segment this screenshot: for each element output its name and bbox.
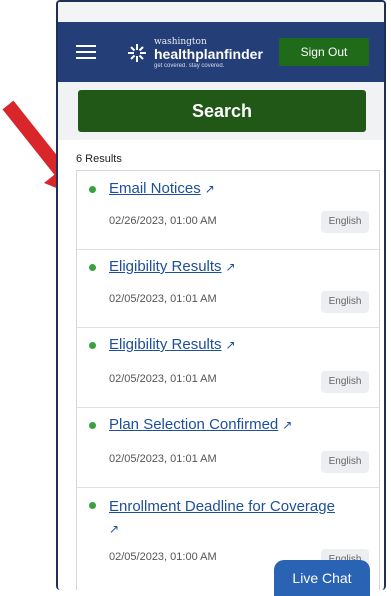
logo-mark-icon — [128, 44, 146, 62]
notice-link[interactable]: Eligibility Results ↗ — [109, 336, 236, 353]
external-link-icon: ↗ — [204, 182, 215, 196]
list-item: Plan Selection Confirmed ↗ 02/05/2023, 01… — [77, 407, 379, 488]
status-dot-icon — [89, 264, 96, 271]
sign-out-button[interactable]: Sign Out — [279, 38, 369, 66]
list-item: Email Notices ↗ 02/26/2023, 01:00 AM Engl… — [77, 171, 379, 250]
language-badge: English — [321, 211, 369, 233]
language-badge: English — [321, 371, 369, 393]
external-link-icon: ↗ — [225, 260, 236, 274]
notice-link[interactable]: Enrollment Deadline for Coverage ↗ — [109, 496, 374, 540]
mobile-frame: washington healthplanfinder get covered.… — [56, 0, 386, 590]
status-dot-icon — [89, 422, 96, 429]
results-count: 6 Results — [76, 153, 122, 165]
external-link-icon: ↗ — [225, 338, 236, 352]
list-item: Eligibility Results ↗ 02/05/2023, 01:01 A… — [77, 249, 379, 328]
external-link-icon: ↗ — [282, 418, 293, 432]
live-chat-button[interactable]: Live Chat — [274, 560, 370, 596]
notice-date: 02/26/2023, 01:00 AM — [109, 215, 217, 227]
status-dot-icon — [89, 186, 96, 193]
external-link-icon: ↗ — [109, 522, 120, 536]
notice-date: 02/05/2023, 01:01 AM — [109, 373, 217, 385]
notice-link[interactable]: Eligibility Results ↗ — [109, 258, 236, 275]
top-nav-bar: washington healthplanfinder get covered.… — [58, 22, 384, 82]
list-item: Eligibility Results ↗ 02/05/2023, 01:01 A… — [77, 327, 379, 408]
language-badge: English — [321, 451, 369, 473]
results-list: Email Notices ↗ 02/26/2023, 01:00 AM Engl… — [76, 170, 380, 590]
logo-tagline: get covered. stay covered. — [154, 62, 225, 69]
search-button[interactable]: Search — [78, 90, 366, 132]
header: washington healthplanfinder get covered.… — [58, 2, 384, 92]
search-area: Search — [58, 82, 384, 140]
notice-link[interactable]: Email Notices ↗ — [109, 180, 215, 197]
notice-date: 02/05/2023, 01:01 AM — [109, 453, 217, 465]
logo: washington healthplanfinder get covered.… — [126, 36, 263, 70]
logo-small-text: washington — [154, 36, 207, 47]
language-badge: English — [321, 291, 369, 313]
status-dot-icon — [89, 342, 96, 349]
notice-date: 02/05/2023, 01:01 AM — [109, 293, 217, 305]
logo-main-text: healthplanfinder — [154, 45, 263, 62]
notice-link[interactable]: Plan Selection Confirmed ↗ — [109, 416, 292, 433]
hamburger-menu-icon[interactable] — [76, 45, 96, 59]
notice-date: 02/05/2023, 01:00 AM — [109, 551, 217, 563]
status-dot-icon — [89, 502, 96, 509]
